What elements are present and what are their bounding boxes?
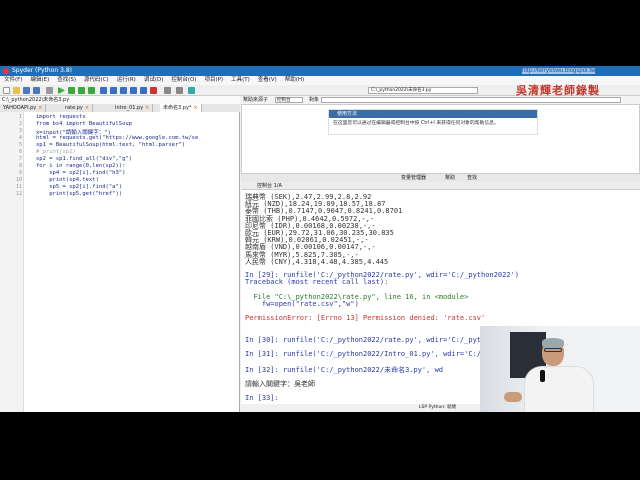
usage-body: 在这里您可以通过在编辑器或控制台中按 Ctrl+I 来获得任何对象的帮助信息。 — [333, 121, 499, 126]
maximize-pane-icon[interactable] — [164, 87, 171, 94]
menu-item[interactable]: 编辑(E) — [30, 77, 49, 83]
run-cell-advance-icon[interactable] — [78, 87, 85, 94]
menu-item[interactable]: 工具(T) — [231, 77, 250, 83]
editor-path: C:\_python2022\未命名3.py — [0, 96, 240, 104]
run-selection-icon[interactable] — [88, 87, 95, 94]
console-line: In [33]: — [245, 393, 279, 402]
help-source-select[interactable]: 控制台 — [275, 97, 303, 103]
code-line: for i in range(0,len(sp2)): — [36, 163, 126, 169]
line-number: 2 — [18, 121, 22, 127]
console-line: PermissionError: [Errno 13] Permission d… — [245, 314, 486, 323]
save-all-icon[interactable] — [33, 87, 40, 94]
console-line: In [32]: runfile('C:/_python2022/未命名3.py… — [245, 365, 444, 374]
usage-box: 使用方法 在这里您可以通过在编辑器或控制台中按 Ctrl+I 来获得任何对象的帮… — [328, 109, 538, 135]
menu-item[interactable]: 调试(D) — [144, 77, 164, 83]
lsp-status: LSP Python: 就绪 — [419, 405, 457, 410]
step-icon[interactable] — [110, 87, 117, 94]
code-line: html = requests.get("https://www.google.… — [36, 135, 199, 141]
menu-item[interactable]: 文件(F) — [4, 77, 22, 83]
step-into-icon[interactable] — [120, 87, 127, 94]
line-number: 11 — [15, 184, 22, 190]
preferences-icon[interactable] — [176, 87, 183, 94]
code-line: print(sp5.get("href")) — [36, 191, 123, 197]
editor-tab-label: Intro_01.py — [115, 105, 144, 111]
step-return-icon[interactable] — [130, 87, 137, 94]
new-file-icon[interactable] — [3, 87, 10, 94]
line-number: 9 — [18, 170, 22, 176]
console-line: 請輸入關鍵字：吳老師 — [245, 380, 315, 389]
code-line: print(sp4.text) — [36, 177, 99, 183]
menu-item[interactable]: 源代码(C) — [84, 77, 109, 83]
blog-url: http://terry55wu.blogspot.tw — [522, 68, 596, 74]
close-tab-icon[interactable]: × — [85, 105, 89, 111]
console-line: 人民幣 (CNY),4.318,4.48,4.385,4.445 — [245, 257, 389, 266]
pane-tabs: 变量管理器 幫助 查找 — [241, 174, 640, 182]
tab-variable-explorer[interactable]: 变量管理器 — [401, 174, 426, 182]
python-path-icon[interactable] — [188, 87, 195, 94]
microphone-icon — [540, 370, 545, 382]
line-number: 1 — [18, 114, 22, 120]
code-line: # print(sp1) — [36, 149, 76, 155]
code-line: sp5 = sp2[i].find("a") — [36, 184, 123, 190]
editor-tab-label: YAHOOAPI.py — [3, 105, 37, 111]
code-line: from bs4 import BeautifulSoup — [36, 121, 133, 127]
code-line: sp1 = BeautifulSoup(html.text, "html.par… — [36, 142, 186, 148]
console-line: In [30]: runfile('C:/_python2022/rate.py… — [245, 336, 519, 344]
line-number: 7 — [18, 156, 22, 162]
line-number: 4 — [18, 135, 22, 141]
console-tab-bar: 控制台 1/A — [241, 182, 640, 190]
watermark-text: 吳清輝老師錄製 — [516, 84, 600, 97]
window-title: Spyder (Python 3.8) — [12, 67, 72, 74]
line-number: 12 — [15, 191, 22, 197]
console-line: Traceback (most recent call last): — [245, 278, 389, 287]
editor-tab[interactable]: YAHOOAPI.py × — [0, 104, 47, 112]
help-source-label: 幫助來源子 — [243, 97, 269, 103]
editor-tab[interactable]: rate.py × — [62, 104, 94, 112]
close-tab-icon[interactable]: × — [38, 105, 42, 111]
line-number: 5 — [18, 142, 22, 148]
line-number: 3 — [18, 128, 22, 134]
menu-item[interactable]: 控制台(O) — [171, 77, 196, 83]
run-cell-icon[interactable] — [68, 87, 75, 94]
working-directory-field[interactable]: C:\_python2022\未命名3.py — [368, 87, 478, 94]
continue-icon[interactable] — [140, 87, 147, 94]
tab-help[interactable]: 幫助 — [445, 174, 455, 182]
editor-tab-label: 未命名3.py* — [163, 105, 192, 111]
code-line: sp4 = sp2[i].find("h3") — [36, 170, 126, 176]
code-line: sp2 = sp1.find_all("div","g") — [36, 156, 133, 162]
menu-item[interactable]: 查找(S) — [57, 77, 76, 83]
debug-icon[interactable] — [100, 87, 107, 94]
menu-item[interactable]: 运行(R) — [117, 77, 136, 83]
help-pane: 使用方法 在这里您可以通过在编辑器或控制台中按 Ctrl+I 来获得任何对象的帮… — [241, 104, 640, 174]
save-icon[interactable] — [23, 87, 30, 94]
code-line: import requests — [36, 114, 86, 120]
editor-tab[interactable]: Intro_01.py × — [112, 104, 154, 112]
menu-item[interactable]: 项目(P) — [204, 77, 223, 83]
run-icon[interactable] — [58, 87, 65, 94]
help-object-label: 對象 — [309, 97, 320, 103]
tab-find[interactable]: 查找 — [467, 174, 477, 182]
presenter-body — [524, 366, 594, 412]
line-number: 10 — [15, 177, 22, 183]
webcam-overlay — [480, 326, 640, 412]
editor-tabs: YAHOOAPI.py × rate.py × Intro_01.py × 未命名3.py*… — [0, 104, 240, 112]
close-tab-icon[interactable]: × — [193, 105, 197, 111]
open-file-icon[interactable] — [13, 87, 20, 94]
line-number: 6 — [18, 149, 22, 155]
menu-item[interactable]: 查看(V) — [258, 77, 277, 83]
menu-item[interactable]: 帮助(H) — [285, 77, 304, 83]
close-tab-icon[interactable]: × — [145, 105, 149, 111]
editor-tab[interactable]: 未命名3.py* × — [160, 104, 202, 112]
editor-tab-label: rate.py — [65, 105, 83, 111]
console-line: fw=open("rate.csv","w") — [245, 300, 359, 308]
tab-console-1[interactable]: 控制台 1/A — [257, 182, 282, 190]
spyder-logo-icon — [3, 68, 9, 74]
stop-icon[interactable] — [150, 87, 157, 94]
percent-icon[interactable] — [46, 87, 53, 94]
code-editor[interactable]: 1 import requests 2 from bs4 import Beautif… — [0, 112, 240, 412]
line-number: 8 — [18, 163, 22, 169]
usage-title: 使用方法 — [329, 110, 537, 118]
glasses-icon — [544, 348, 562, 352]
